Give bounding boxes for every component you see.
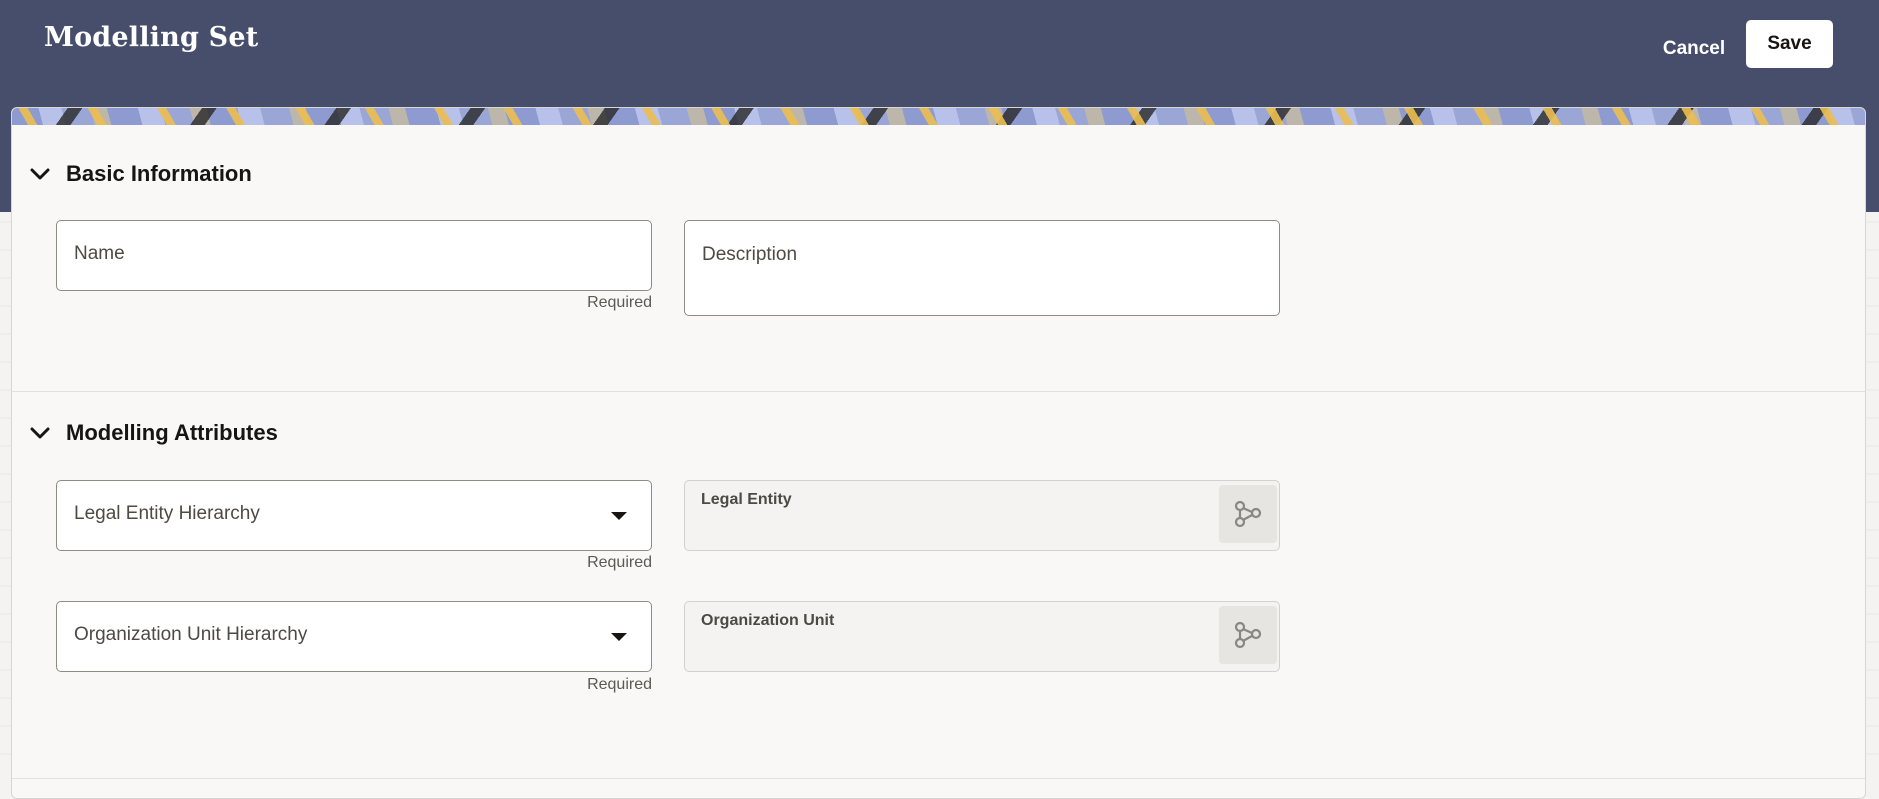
cancel-button[interactable]: Cancel xyxy=(1648,30,1740,68)
section-title: Basic Information xyxy=(66,161,252,186)
organization-unit-label: Organization Unit xyxy=(701,612,835,629)
chevron-down-icon[interactable] xyxy=(28,162,52,186)
description-field-label: Description xyxy=(702,244,798,265)
organization-unit-field[interactable]: Organization Unit xyxy=(684,601,1280,672)
description-field[interactable]: Description xyxy=(684,220,1280,316)
save-button[interactable]: Save xyxy=(1746,20,1833,68)
section-header-modelling-attributes[interactable]: Modelling Attributes xyxy=(12,420,278,446)
legal-entity-field[interactable]: Legal Entity xyxy=(684,480,1280,551)
caret-down-icon[interactable] xyxy=(611,511,627,520)
organization-unit-hierarchy-label: Organization Unit Hierarchy xyxy=(74,624,308,645)
name-field[interactable]: Name xyxy=(56,220,652,291)
caret-down-icon[interactable] xyxy=(611,632,627,641)
name-field-label: Name xyxy=(74,243,125,264)
section-divider xyxy=(12,391,1865,392)
form-card: Basic Information Name Required Descript… xyxy=(11,107,1866,799)
legal-entity-hierarchy-label: Legal Entity Hierarchy xyxy=(74,503,260,524)
hierarchy-tree-icon[interactable] xyxy=(1219,485,1277,543)
legal-entity-hierarchy-select[interactable]: Legal Entity Hierarchy xyxy=(56,480,652,551)
required-helper: Required xyxy=(587,676,652,693)
section-divider xyxy=(12,778,1865,779)
decorative-banner xyxy=(12,108,1865,125)
page-title: Modelling Set xyxy=(44,22,259,53)
legal-entity-label: Legal Entity xyxy=(701,491,792,508)
required-helper: Required xyxy=(587,294,652,311)
section-header-basic-information[interactable]: Basic Information xyxy=(12,161,252,187)
section-title: Modelling Attributes xyxy=(66,420,278,445)
chevron-down-icon[interactable] xyxy=(28,421,52,445)
organization-unit-hierarchy-select[interactable]: Organization Unit Hierarchy xyxy=(56,601,652,672)
hierarchy-tree-icon[interactable] xyxy=(1219,606,1277,664)
required-helper: Required xyxy=(587,554,652,571)
